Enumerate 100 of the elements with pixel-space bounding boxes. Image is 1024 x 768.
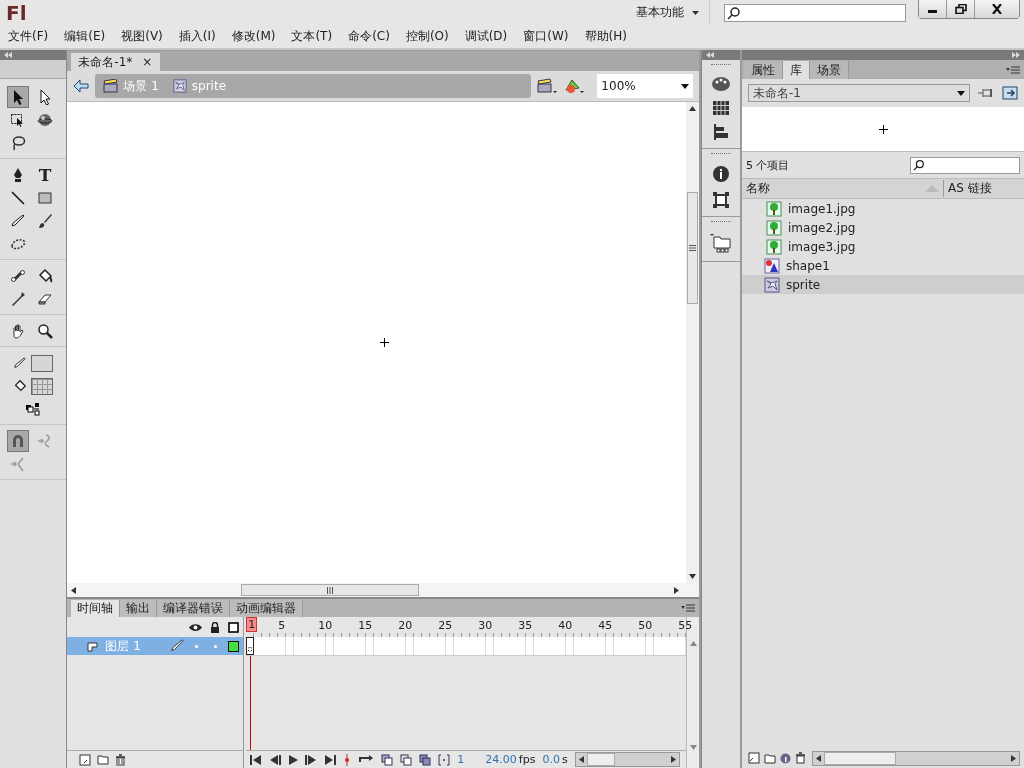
scroll-left-icon[interactable] (816, 754, 821, 762)
scrollbar-thumb[interactable] (241, 584, 420, 596)
new-layer-icon[interactable] (79, 753, 92, 766)
menu-item[interactable]: 窗口(W) (523, 28, 569, 45)
play-icon[interactable] (288, 754, 299, 765)
new-library-panel-icon[interactable] (1002, 86, 1018, 100)
menu-item[interactable]: 调试(D) (464, 28, 508, 45)
scroll-up-icon[interactable] (689, 106, 697, 111)
horizontal-scrollbar[interactable] (574, 752, 681, 767)
panel-tab[interactable]: 场景 (810, 61, 849, 79)
visibility-dot[interactable] (195, 644, 199, 648)
double-arrow-icon[interactable] (1012, 52, 1020, 58)
panel-menu-icon[interactable] (1006, 65, 1020, 74)
info-icon[interactable] (780, 752, 791, 764)
column-header[interactable]: AS 链接 (943, 180, 1020, 197)
playhead[interactable]: 1 (246, 617, 258, 632)
scrollbar-thumb[interactable] (824, 751, 896, 765)
panel-menu-icon[interactable] (681, 604, 696, 612)
folder-icon[interactable] (764, 752, 776, 764)
color-swatch (30, 354, 53, 372)
horizontal-scrollbar[interactable] (812, 750, 1020, 766)
panel-tab[interactable]: 时间轴 (71, 600, 121, 617)
components-folder-icon[interactable] (710, 233, 733, 253)
scroll-right-icon[interactable] (671, 756, 677, 763)
restore-button[interactable] (947, 0, 975, 18)
scroll-down-icon[interactable] (689, 574, 697, 579)
menu-item[interactable]: 帮助(H) (584, 28, 627, 45)
clapperboard-menu-icon[interactable] (537, 78, 558, 94)
lock-dot[interactable] (214, 644, 218, 648)
layer-outline-swatch[interactable] (228, 640, 240, 652)
zoom-dropdown[interactable]: 100% (597, 74, 694, 98)
snap-button[interactable] (7, 430, 29, 452)
new-symbol-icon[interactable] (748, 752, 760, 764)
scroll-left-icon[interactable] (71, 586, 77, 594)
document-tab[interactable]: 未命名-1* × (71, 53, 161, 71)
library-item[interactable]: image1.jpg (742, 199, 1024, 218)
panel-tab[interactable]: 动画编辑器 (230, 600, 304, 617)
menu-item[interactable]: 插入(I) (178, 28, 216, 45)
search-field[interactable] (724, 3, 906, 22)
trash-icon[interactable] (115, 753, 127, 766)
scrollbar-thumb[interactable] (687, 191, 699, 304)
close-tab-button[interactable]: × (142, 55, 153, 69)
outline-icon[interactable] (228, 621, 240, 633)
library-dropdown[interactable]: 未命名-1 (748, 84, 970, 102)
close-button[interactable] (975, 0, 1019, 18)
library-item[interactable]: image2.jpg (742, 218, 1024, 237)
palette-icon[interactable] (711, 76, 732, 92)
workspace-switcher[interactable]: 基本功能 (626, 0, 710, 25)
menu-item[interactable]: 修改(M) (231, 28, 276, 45)
menu-item[interactable]: 文本(T) (291, 28, 333, 45)
onion-markers-icon[interactable] (438, 753, 451, 766)
panel-tab[interactable]: 库 (783, 61, 810, 79)
step-back-icon[interactable] (269, 754, 282, 765)
panel-tab[interactable]: 输出 (120, 600, 158, 617)
panel-tab[interactable]: 编译器错误 (157, 600, 231, 617)
menu-item[interactable]: 视图(V) (121, 28, 163, 45)
lock-icon[interactable] (210, 621, 221, 633)
collapse-strip[interactable] (702, 50, 740, 60)
horizontal-scrollbar[interactable] (67, 583, 700, 597)
info-icon[interactable] (712, 165, 731, 183)
scroll-left-icon[interactable] (578, 756, 584, 763)
folder-icon[interactable] (97, 754, 110, 765)
blank-keyframe[interactable] (246, 637, 255, 655)
align-icon[interactable] (713, 124, 730, 140)
pin-icon[interactable] (978, 87, 994, 99)
library-item[interactable]: sprite (742, 275, 1024, 294)
menu-item[interactable]: 命令(C) (348, 28, 390, 45)
library-item[interactable]: image3.jpg (742, 237, 1024, 256)
swatches-grid-icon[interactable] (713, 101, 730, 115)
collapse-strip[interactable] (0, 50, 67, 60)
shapes-menu-icon[interactable] (563, 78, 586, 94)
frame-rate[interactable]: 24.00 (485, 753, 517, 766)
vertical-scrollbar[interactable] (686, 102, 700, 583)
library-search-field[interactable] (910, 156, 1020, 174)
edit-multiple-frames-icon[interactable] (419, 753, 432, 766)
center-frame-icon[interactable] (343, 753, 352, 766)
library-item[interactable]: shape1 (742, 256, 1024, 275)
menu-item[interactable]: 文件(F) (8, 28, 49, 45)
minimize-button[interactable] (919, 0, 947, 18)
text-tool[interactable]: T (34, 164, 56, 186)
first-frame-icon[interactable] (250, 754, 263, 765)
bitmap-icon (766, 219, 782, 236)
last-frame-icon[interactable] (324, 754, 337, 765)
eye-icon[interactable] (189, 622, 203, 632)
onion-skin-icon[interactable] (381, 753, 394, 766)
menu-item[interactable]: 控制(O) (405, 28, 449, 45)
trash-icon[interactable] (795, 752, 806, 764)
back-arrow-icon[interactable] (73, 79, 90, 93)
loop-icon[interactable] (358, 754, 375, 765)
column-header[interactable]: 名称 (746, 180, 921, 197)
onion-skin-outline-icon[interactable] (400, 753, 413, 766)
menu-item[interactable]: 编辑(E) (64, 28, 106, 45)
scroll-right-icon[interactable] (1011, 754, 1016, 762)
scroll-right-icon[interactable] (674, 586, 680, 594)
selection-tool[interactable] (7, 86, 29, 108)
scrollbar-thumb[interactable] (586, 753, 615, 766)
transform-icon[interactable] (713, 192, 730, 208)
registration-crosshair-icon (878, 124, 888, 134)
step-forward-icon[interactable] (305, 754, 318, 765)
panel-tab[interactable]: 属性 (744, 61, 783, 79)
